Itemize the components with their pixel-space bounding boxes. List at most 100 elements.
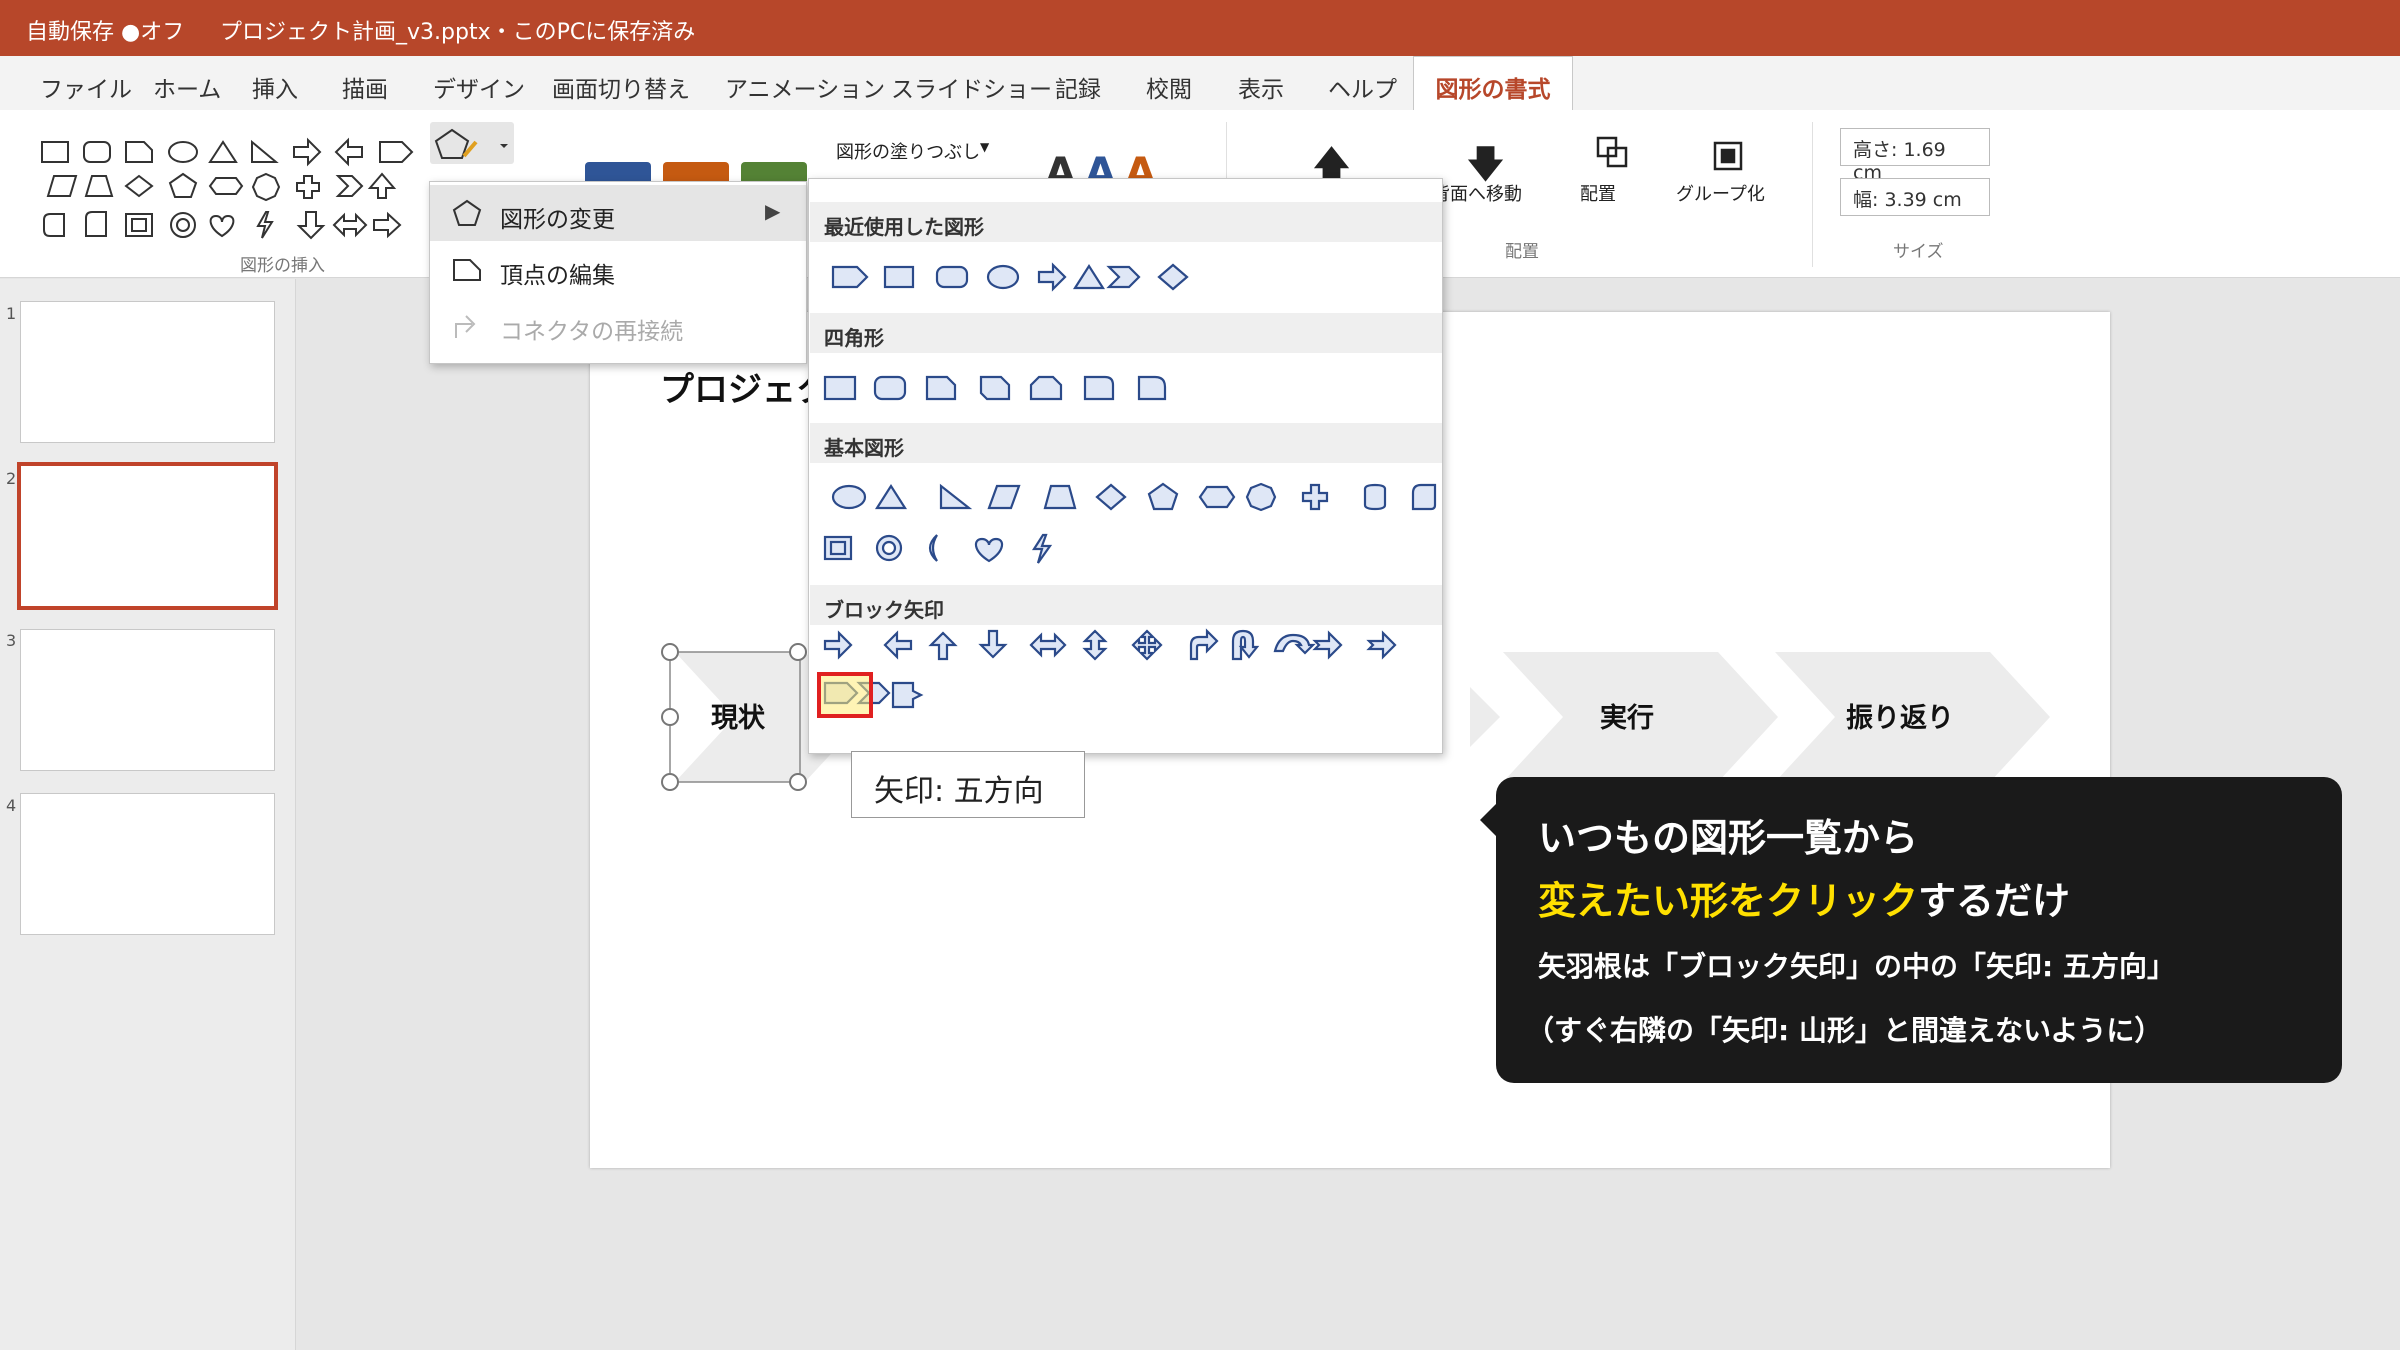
diamond-shape[interactable] — [1095, 483, 1127, 511]
resize-handle[interactable] — [789, 773, 807, 791]
curved-arrow-shape[interactable] — [1273, 633, 1316, 655]
resize-handle[interactable] — [661, 773, 679, 791]
resize-handle[interactable] — [661, 643, 679, 661]
tab-insert[interactable]: 挿入 — [252, 70, 298, 104]
snip-rect-shape[interactable] — [925, 375, 957, 401]
thumb-number: 4 — [6, 796, 17, 815]
pentagon-arrow-shape[interactable] — [831, 265, 869, 289]
tab-view[interactable]: 表示 — [1238, 70, 1284, 104]
quad-arrow-shape[interactable] — [1131, 629, 1163, 661]
right-block-arrow-shape[interactable] — [823, 630, 853, 660]
tab-help[interactable]: ヘルプ — [1328, 70, 1397, 104]
pentagon-icon — [452, 199, 482, 226]
trapezoid-shape[interactable] — [1043, 484, 1077, 510]
left-right-arrow-shape[interactable] — [1029, 632, 1067, 658]
oval-shape[interactable] — [986, 264, 1020, 290]
edit-shape-button[interactable] — [430, 122, 514, 164]
lightning-icon — [256, 211, 274, 239]
style-swatch-orange[interactable] — [663, 162, 729, 182]
group-button[interactable]: グループ化 — [1676, 180, 1765, 206]
shape-insert-gallery[interactable] — [38, 124, 418, 249]
cross-shape[interactable] — [1301, 483, 1329, 511]
donut-icon — [170, 212, 196, 238]
right-arrow-icon — [293, 137, 322, 167]
octagon-icon — [251, 172, 281, 202]
slide-thumbnail[interactable] — [20, 629, 275, 771]
pentagon-icon — [168, 172, 198, 198]
tab-draw[interactable]: 描画 — [342, 70, 388, 104]
tab-slideshow[interactable]: スライドショー — [891, 70, 1052, 104]
arrow-callout-shape[interactable] — [891, 681, 924, 709]
reroute-connector-icon — [455, 315, 476, 338]
up-down-arrow-shape[interactable] — [1082, 629, 1108, 661]
group-icon[interactable] — [1712, 140, 1744, 172]
hexagon-shape[interactable] — [1198, 485, 1236, 509]
edit-points-item[interactable]: 頂点の編集 — [430, 241, 806, 297]
style-swatch-blue[interactable] — [585, 162, 651, 182]
align-icon[interactable] — [1594, 134, 1632, 172]
change-shape-item[interactable]: 図形の変更 ▶ — [430, 185, 806, 241]
plus-icon — [296, 175, 320, 199]
tab-file[interactable]: ファイル — [40, 70, 132, 104]
moon-shape[interactable] — [928, 534, 938, 562]
edit-points-icon — [453, 259, 481, 281]
bent-arrow-shape[interactable] — [1189, 628, 1219, 661]
right-triangle-shape[interactable] — [939, 483, 973, 510]
align-button[interactable]: 配置 — [1580, 180, 1616, 206]
rounded-rect-shape[interactable] — [873, 375, 907, 401]
tab-animations[interactable]: アニメーション — [725, 70, 885, 104]
thumb-number: 2 — [6, 469, 17, 488]
tab-design[interactable]: デザイン — [433, 70, 525, 104]
rounded-rect-shape[interactable] — [935, 265, 969, 289]
triangle-shape[interactable] — [874, 483, 908, 510]
regular-pentagon-shape[interactable] — [1147, 482, 1179, 511]
shape-fill-button[interactable]: 図形の塗りつぶし — [836, 138, 980, 164]
slide-thumbnail[interactable] — [20, 793, 275, 935]
height-field[interactable]: 高さ: 1.69 cm — [1840, 128, 1990, 184]
slide-thumbnail-selected[interactable] — [17, 462, 278, 610]
can-shape[interactable] — [1363, 483, 1387, 511]
heart-shape[interactable] — [974, 537, 1004, 563]
snip-diagonal-shape[interactable] — [979, 375, 1011, 401]
tab-record[interactable]: 記録 — [1055, 70, 1101, 104]
rect-shape[interactable] — [883, 265, 915, 289]
down-block-arrow-shape[interactable] — [978, 629, 1008, 659]
step-label: 現状 — [711, 703, 765, 734]
tab-home[interactable]: ホーム — [153, 70, 221, 104]
hexagon-icon — [208, 177, 244, 195]
parallelogram-shape[interactable] — [987, 484, 1021, 510]
width-field[interactable]: 幅: 3.39 cm — [1840, 178, 1990, 216]
notched-right-arrow-shape[interactable] — [1366, 630, 1397, 660]
folded-corner-shape[interactable] — [1411, 483, 1437, 511]
striped-right-arrow-shape[interactable] — [1312, 630, 1343, 660]
right-arrow-shape[interactable] — [1037, 262, 1067, 292]
oval-icon — [168, 141, 198, 163]
size-group-label: サイズ — [1893, 242, 1944, 262]
tab-transitions[interactable]: 画面切り替え — [552, 70, 690, 104]
rect-shape[interactable] — [823, 375, 857, 401]
triangle-shape[interactable] — [1072, 263, 1106, 290]
up-block-arrow-shape[interactable] — [928, 631, 958, 661]
chevron-shape[interactable] — [1106, 265, 1141, 289]
snip-same-side-shape[interactable] — [1029, 375, 1063, 401]
round-same-side-shape[interactable] — [1137, 375, 1167, 401]
resize-handle[interactable] — [789, 643, 807, 661]
submenu-arrow-icon: ▶ — [765, 199, 781, 223]
oval-shape[interactable] — [831, 484, 867, 510]
diamond-shape[interactable] — [1157, 263, 1189, 291]
octagon-shape[interactable] — [1245, 482, 1277, 512]
left-block-arrow-shape[interactable] — [883, 630, 913, 660]
round-one-corner-shape[interactable] — [1083, 375, 1115, 401]
right-triangle-icon — [251, 139, 279, 163]
tab-review[interactable]: 校閲 — [1146, 70, 1192, 104]
tab-shape-format[interactable]: 図形の書式 — [1413, 56, 1573, 110]
style-swatch-green[interactable] — [741, 162, 807, 182]
send-backward-button[interactable]: 背面へ移動 — [1432, 180, 1522, 206]
separator — [1812, 122, 1813, 267]
slide-thumbnail[interactable] — [20, 301, 275, 443]
resize-handle[interactable] — [661, 708, 679, 726]
chevron-step[interactable] — [1470, 687, 1500, 747]
u-turn-arrow-shape[interactable] — [1231, 629, 1260, 661]
autosave-toggle[interactable]: 自動保存 ●オフ — [26, 14, 184, 46]
lightning-shape[interactable] — [1031, 533, 1053, 564]
